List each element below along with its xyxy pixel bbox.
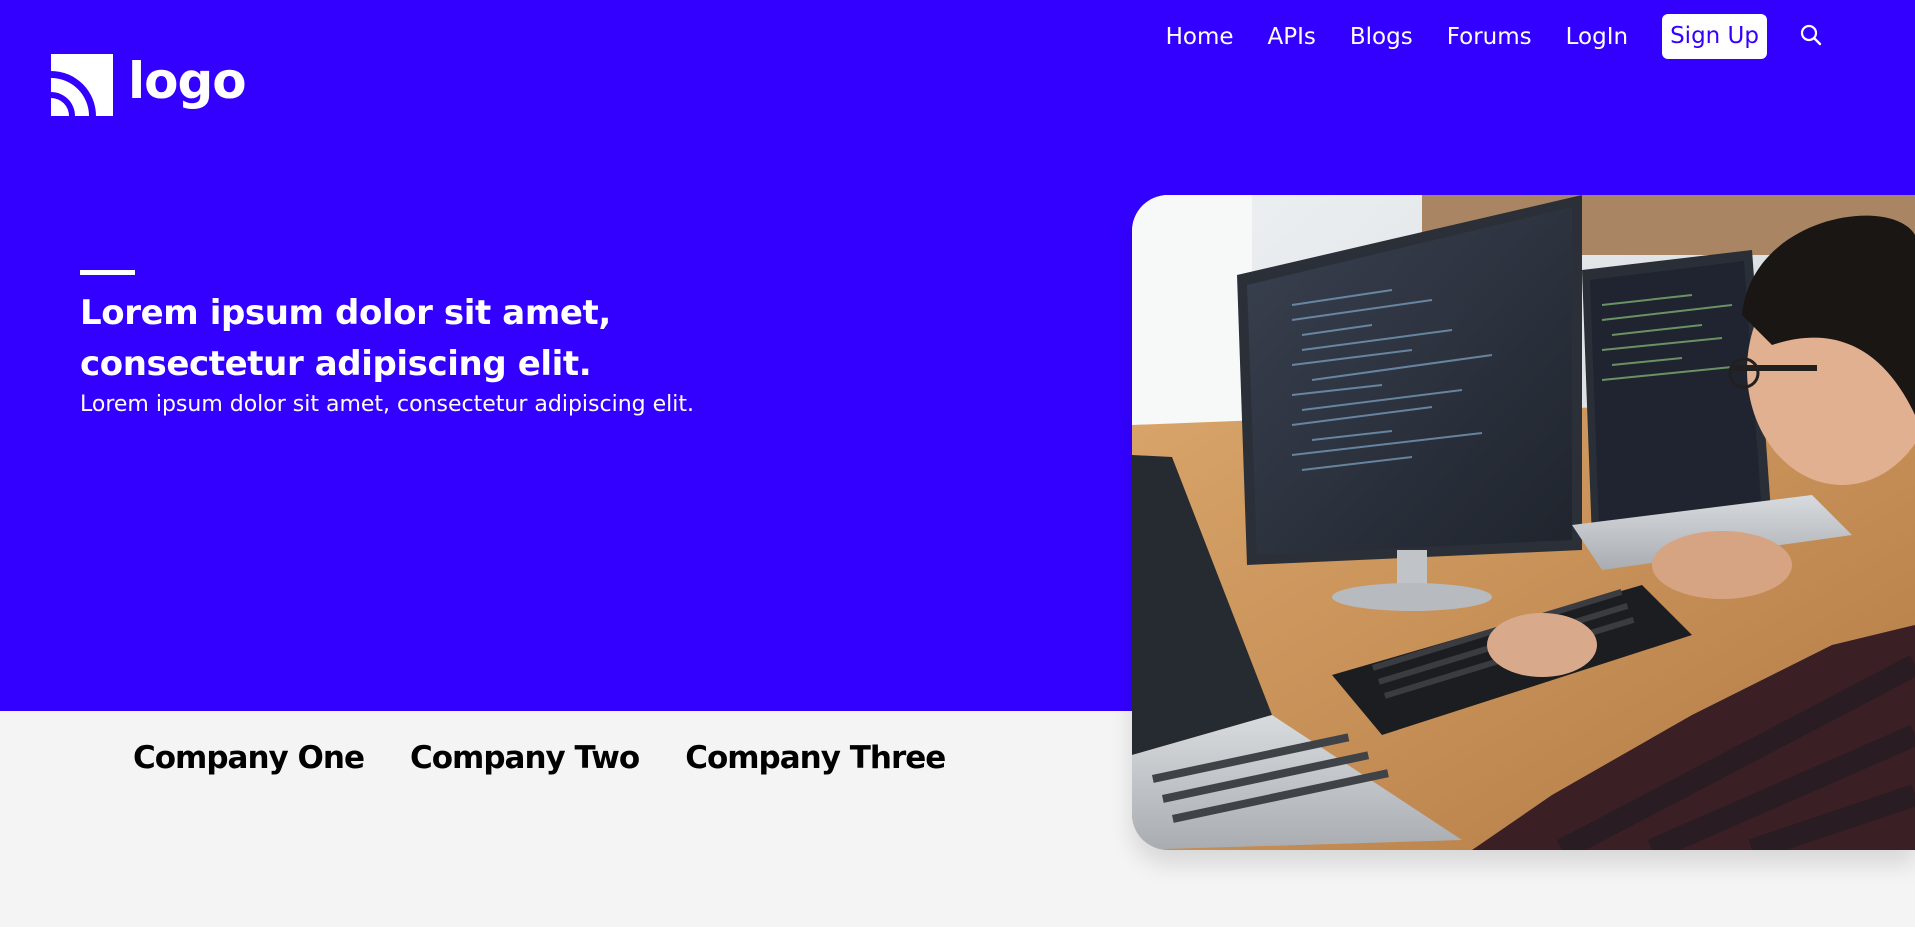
hero-headline-line1: Lorem ipsum dolor sit amet, [80, 293, 611, 333]
nav-login[interactable]: LogIn [1566, 15, 1628, 59]
nav-home[interactable]: Home [1166, 15, 1234, 59]
logo-text: logo [128, 52, 247, 110]
company-two: Company Two [409, 740, 640, 776]
landing-page: logo Home APIs Blogs Forums LogIn Sign U… [0, 0, 1915, 927]
headline-accent-bar [80, 270, 135, 275]
nav-blogs[interactable]: Blogs [1350, 15, 1413, 59]
nav-forums[interactable]: Forums [1447, 15, 1532, 59]
wifi-arcs-icon [51, 54, 113, 116]
top-nav: Home APIs Blogs Forums LogIn Sign Up [1166, 14, 1823, 59]
signup-button[interactable]: Sign Up [1662, 14, 1767, 59]
logo[interactable]: logo [51, 52, 247, 116]
hero-headline-line2: consectetur adipiscing elit. [80, 344, 592, 384]
search-icon[interactable] [1799, 23, 1823, 47]
company-logos: Company One Company Two Company Three [133, 740, 991, 776]
hero-subheadline: Lorem ipsum dolor sit amet, consectetur … [80, 392, 694, 417]
hero-photo [1132, 195, 1915, 850]
nav-apis[interactable]: APIs [1268, 15, 1316, 59]
developer-at-computer-photo [1132, 195, 1915, 850]
hero-headline: Lorem ipsum dolor sit amet, consectetur … [80, 288, 800, 390]
company-one: Company One [133, 740, 365, 776]
company-three: Company Three [685, 740, 946, 776]
